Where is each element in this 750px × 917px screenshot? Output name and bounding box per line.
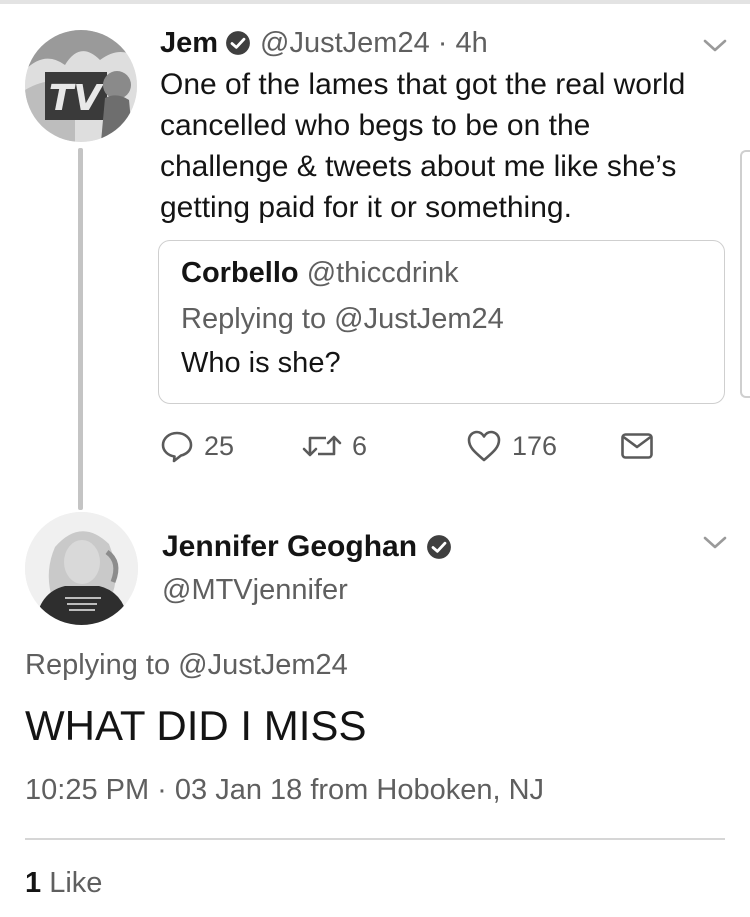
tweet-text-line: cancelled who begs to be on the bbox=[160, 109, 591, 142]
retweet-count: 6 bbox=[352, 430, 368, 461]
author-handle-time[interactable]: @JustJem24 · 4h bbox=[260, 27, 488, 60]
reply-author-handle[interactable]: @MTVjennifer bbox=[162, 574, 348, 607]
chevron-down-icon[interactable] bbox=[702, 535, 728, 551]
thread-connector bbox=[78, 148, 83, 510]
verified-badge-icon bbox=[427, 535, 451, 559]
author-name[interactable]: Jem bbox=[160, 27, 218, 60]
divider bbox=[25, 838, 725, 840]
quoted-tweet-card[interactable]: Corbello @thiccdrink Replying to @JustJe… bbox=[158, 240, 725, 404]
replying-to[interactable]: Replying to @JustJem24 bbox=[25, 649, 348, 682]
tweet1-text: One of the lames that got the real world… bbox=[160, 64, 730, 228]
quoted-replying-to: Replying to @JustJem24 bbox=[181, 303, 504, 335]
avatar-jem[interactable]: TV bbox=[25, 30, 137, 142]
tweet-text-line: challenge & tweets about me like she’s bbox=[160, 150, 677, 183]
tweet-timestamp: 10:25 PM · 03 Jan 18 from Hoboken, NJ bbox=[25, 774, 545, 806]
verified-badge-icon bbox=[226, 31, 250, 55]
top-divider bbox=[0, 0, 750, 4]
reply-button[interactable]: 25 bbox=[160, 426, 234, 466]
reply-author-name[interactable]: Jennifer Geoghan bbox=[162, 530, 417, 564]
reply-count: 25 bbox=[204, 430, 235, 461]
direct-message-button[interactable] bbox=[620, 426, 654, 466]
like-button[interactable]: 176 bbox=[466, 426, 557, 466]
avatar-jennifer[interactable] bbox=[25, 512, 138, 625]
retweet-icon bbox=[302, 435, 342, 457]
quoted-text: Who is she? bbox=[181, 347, 341, 379]
reply-text: WHAT DID I MISS bbox=[25, 702, 367, 749]
mtv-logo-text: TV bbox=[49, 78, 105, 119]
reply-icon bbox=[161, 431, 193, 463]
quoted-author-handle: @thiccdrink bbox=[306, 257, 459, 289]
reply-author: Jennifer Geoghan bbox=[162, 530, 461, 564]
tweet1-header: Jem @JustJem24 · 4h bbox=[160, 25, 488, 61]
scroll-edge bbox=[740, 150, 750, 398]
quoted-author: Corbello @thiccdrink bbox=[181, 257, 459, 290]
tweet-text-line: getting paid for it or something. bbox=[160, 191, 572, 224]
like-label: Like bbox=[49, 867, 103, 899]
chevron-down-icon[interactable] bbox=[702, 38, 728, 54]
like-total: 1 bbox=[25, 867, 42, 899]
heart-icon bbox=[467, 430, 501, 462]
retweet-button[interactable]: 6 bbox=[302, 426, 367, 466]
tweet-text-line: One of the lames that got the real world bbox=[160, 68, 686, 101]
like-count: 176 bbox=[512, 430, 558, 461]
envelope-icon bbox=[621, 433, 653, 459]
like-summary[interactable]: 1 Like bbox=[25, 867, 102, 900]
quoted-author-name: Corbello bbox=[181, 257, 299, 289]
